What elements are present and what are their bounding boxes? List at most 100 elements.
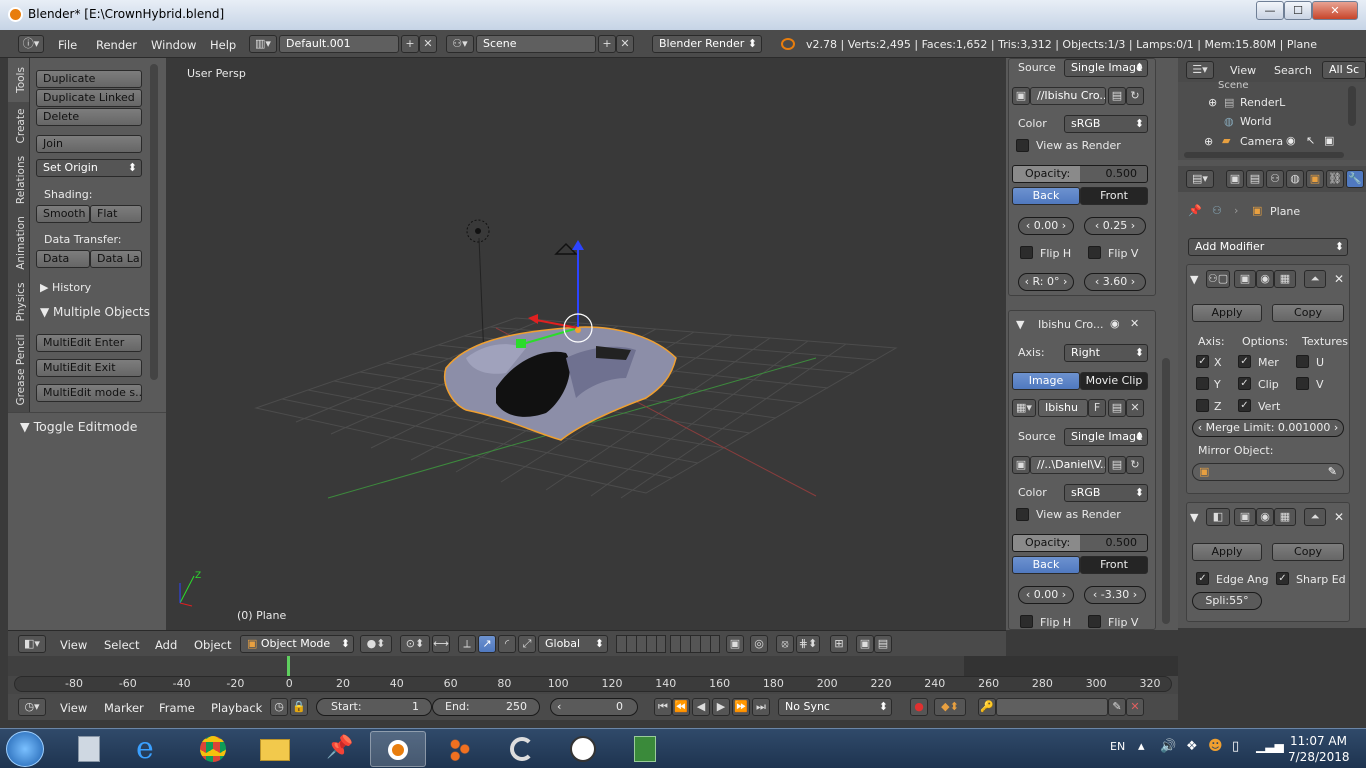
calculator-taskbar-icon[interactable] (62, 731, 118, 767)
opacity-slider[interactable]: Opacity: 0.500 (1012, 165, 1148, 183)
scale-manipulator-icon[interactable]: ⤢ (518, 635, 536, 653)
modifiers-tab-icon[interactable]: 🔧 (1346, 170, 1364, 188)
outliner-view-menu[interactable]: View (1230, 64, 1256, 77)
layers-grid-2[interactable] (670, 635, 720, 653)
properties-scrollbar[interactable] (1162, 358, 1170, 624)
view-as-render-checkbox-2[interactable] (1016, 508, 1029, 521)
jump-keyframe-forward-icon[interactable]: ⏩ (732, 698, 750, 716)
menu-window[interactable]: Window (151, 38, 196, 52)
preview-range-icon[interactable]: ◷ (270, 698, 288, 716)
join-button[interactable]: Join (36, 135, 142, 153)
chart-app-taskbar-icon[interactable] (618, 731, 674, 767)
tool-shelf-scrollbar[interactable] (150, 64, 158, 380)
minimize-button[interactable]: — (1256, 1, 1284, 20)
expand-icon[interactable]: ⊕ (1208, 96, 1217, 109)
image-tab[interactable]: Image (1012, 372, 1080, 390)
duplicate-linked-button[interactable]: Duplicate Linked (36, 89, 142, 107)
offset-y-field-2[interactable]: ‹ -3.30 › (1084, 586, 1146, 604)
unlink-image-icon[interactable]: ✕ (1126, 399, 1144, 417)
source-select[interactable]: Single Image ⬍ (1064, 59, 1148, 77)
screen-layout-icon[interactable]: ▥▾ (249, 35, 277, 53)
offset-y-field[interactable]: ‹ 0.25 › (1084, 217, 1146, 235)
folder-icon-2[interactable]: ▤ (1108, 456, 1126, 474)
texture-u-checkbox[interactable] (1296, 355, 1309, 368)
outliner-editor-type-icon[interactable]: ☰▾ (1186, 61, 1214, 79)
mirror-render-icon[interactable]: ▣ (1234, 270, 1256, 288)
internet-explorer-taskbar-icon[interactable]: e (124, 731, 180, 767)
expand-icon-camera[interactable]: ⊕ (1204, 135, 1213, 148)
merge-limit-field[interactable]: ‹ Merge Limit: 0.001000 › (1192, 419, 1344, 437)
color-space-select[interactable]: sRGB ⬍ (1064, 115, 1148, 133)
current-frame-field[interactable]: ‹ 0 (550, 698, 638, 716)
sync-app-taskbar-icon[interactable] (494, 731, 550, 767)
pin-app-taskbar-icon[interactable]: 📌 (310, 731, 366, 767)
history-panel-header[interactable]: ▶ History (40, 281, 91, 294)
insert-keyframe-icon[interactable]: ✎ (1108, 698, 1126, 716)
reload-icon-2[interactable]: ↻ (1126, 456, 1144, 474)
flip-v-checkbox[interactable] (1088, 246, 1101, 259)
clock-time[interactable]: 11:07 AM (1290, 734, 1347, 748)
mirror-apply-button[interactable]: Apply (1192, 304, 1262, 322)
network-icon[interactable]: ▁▃▅ (1256, 739, 1284, 753)
image-browse-icon[interactable]: ▣ (1012, 87, 1030, 105)
maximize-button[interactable]: ☐ (1284, 1, 1312, 20)
split-angle-field[interactable]: Spli:55° (1192, 592, 1262, 610)
mirror-object-field[interactable]: ▣ ✎ (1192, 463, 1344, 481)
scene-icon[interactable]: ⚇▾ (446, 35, 474, 53)
tray-device-icon[interactable]: ▯ (1232, 739, 1239, 754)
multiedit-enter-button[interactable]: MultiEdit Enter (36, 334, 142, 352)
mirror-collapse-icon[interactable]: ▼ (1190, 273, 1198, 286)
tab-grease-pencil[interactable]: Grease Pencil (8, 328, 30, 412)
view-as-render-checkbox[interactable] (1016, 139, 1029, 152)
menu-view[interactable]: View (60, 638, 87, 652)
axis-y-checkbox[interactable] (1196, 377, 1209, 390)
delete-button[interactable]: Delete (36, 108, 142, 126)
color-space-select-2[interactable]: sRGB ⬍ (1064, 484, 1148, 502)
keying-set-icon[interactable]: ◆⬍ (934, 698, 966, 716)
front-toggle-2[interactable]: Front (1080, 556, 1148, 574)
image-path-field-2[interactable]: //..\Daniel\V... (1030, 456, 1106, 474)
volume-icon[interactable]: 🔊 (1160, 739, 1176, 754)
image-browse-icon-2[interactable]: ▣ (1012, 456, 1030, 474)
axis-x-checkbox[interactable]: ✓ (1196, 355, 1209, 368)
mirror-move-icon[interactable]: ⏶ (1304, 270, 1326, 288)
fake-user-button[interactable]: F (1088, 399, 1106, 417)
edgesplit-collapse-icon[interactable]: ▼ (1190, 511, 1198, 524)
offset-x-field[interactable]: ‹ 0.00 › (1018, 217, 1074, 235)
mirror-editmode-icon[interactable]: ▦ (1274, 270, 1296, 288)
screen-layout-field[interactable]: Default.001 (279, 35, 399, 53)
translate-manipulator-icon[interactable]: ↗ (478, 635, 496, 653)
edgesplit-remove-icon[interactable]: ✕ (1334, 510, 1344, 524)
snap-target-icon[interactable]: ⊞ (830, 635, 848, 653)
proportional-edit-icon[interactable]: ◎ (750, 635, 768, 653)
open-image-icon[interactable]: ▤ (1108, 399, 1126, 417)
render-tab-icon[interactable]: ▣ (1226, 170, 1244, 188)
edgesplit-move-icon[interactable]: ⏶ (1304, 508, 1326, 526)
texture-v-checkbox[interactable] (1296, 377, 1309, 390)
file-explorer-taskbar-icon[interactable] (248, 731, 304, 767)
tab-physics[interactable]: Physics (8, 276, 30, 328)
sharp-edges-checkbox[interactable]: ✓ (1276, 572, 1289, 585)
mirror-viewport-icon[interactable]: ◉ (1256, 270, 1274, 288)
menu-select[interactable]: Select (104, 638, 139, 652)
set-origin-select[interactable]: Set Origin ⬍ (36, 159, 142, 177)
outliner-item-camera[interactable]: Camera (1240, 135, 1283, 148)
3d-viewport[interactable]: User Persp Z (0) Plane (166, 58, 1006, 630)
jump-start-icon[interactable]: ⏮ (654, 698, 672, 716)
keying-set-field[interactable] (996, 698, 1108, 716)
selectable-cursor-icon[interactable]: ↖ (1306, 134, 1315, 147)
timeline-menu-playback[interactable]: Playback (211, 701, 262, 715)
end-frame-field[interactable]: End: 250 (432, 698, 540, 716)
tab-relations[interactable]: Relations (8, 150, 30, 210)
start-button[interactable] (6, 731, 44, 767)
delete-keyframe-icon[interactable]: ✕ (1126, 698, 1144, 716)
multiedit-exit-button[interactable]: MultiEdit Exit (36, 359, 142, 377)
lock-frame-icon[interactable]: 🔒 (290, 698, 308, 716)
edgesplit-copy-button[interactable]: Copy (1272, 543, 1344, 561)
interaction-mode-select[interactable]: ▣ Object Mode ⬍ (240, 635, 354, 653)
reload-icon[interactable]: ↻ (1126, 87, 1144, 105)
image-datablock-icon[interactable]: ▦▾ (1012, 399, 1036, 417)
play-reverse-icon[interactable]: ◀ (692, 698, 710, 716)
offset-x-field-2[interactable]: ‹ 0.00 › (1018, 586, 1074, 604)
lock-layers-icon[interactable]: ▣ (726, 635, 744, 653)
